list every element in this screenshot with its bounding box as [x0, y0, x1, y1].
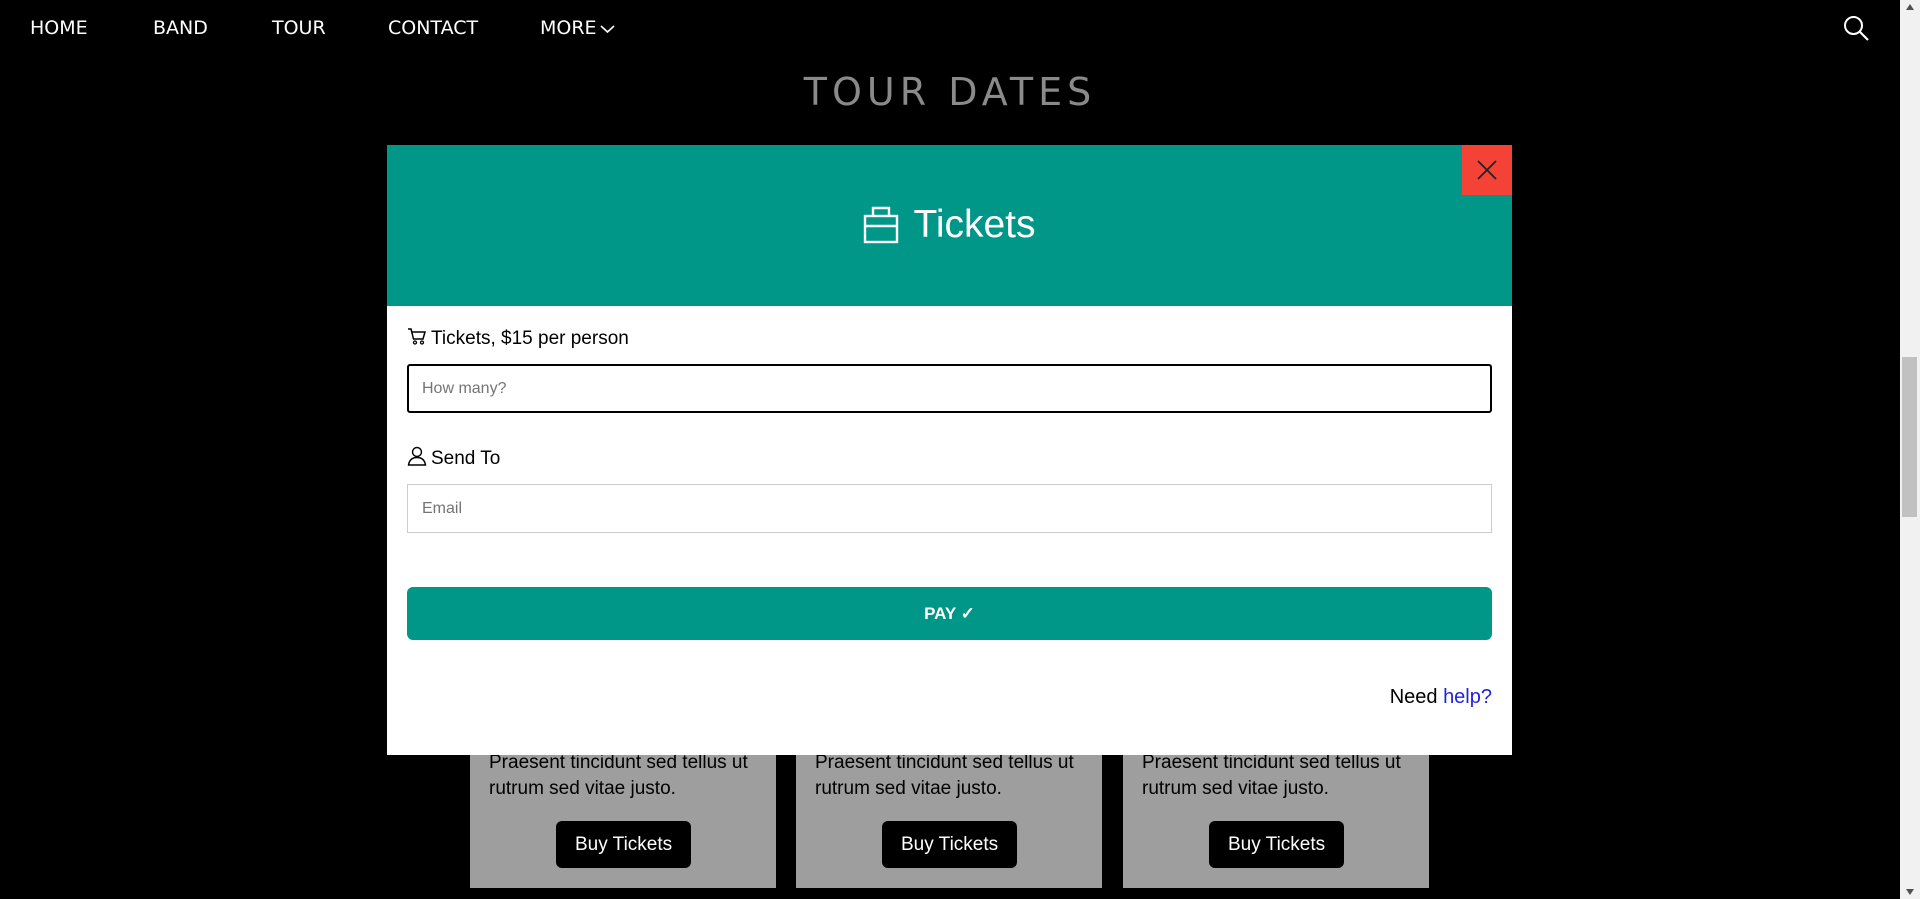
help-text: Need — [1389, 686, 1438, 708]
send-to-label-text: Send To — [431, 448, 501, 469]
scrollbar-thumb[interactable] — [1902, 357, 1917, 517]
help-link[interactable]: help? — [1443, 686, 1492, 708]
chevron-down-icon — [600, 24, 615, 33]
user-icon — [407, 446, 427, 466]
scroll-up-arrow[interactable] — [1906, 4, 1914, 10]
nav-contact[interactable]: CONTACT — [388, 17, 478, 39]
buy-tickets-button[interactable]: Buy Tickets — [556, 821, 692, 868]
modal-title: Tickets — [387, 202, 1512, 248]
nav-more[interactable]: MORE — [540, 17, 615, 39]
shopping-cart-icon — [408, 328, 426, 345]
card-text: Praesent tincidunt sed tellus ut rutrum … — [1142, 752, 1401, 799]
nav-home[interactable]: HOME — [30, 17, 88, 39]
modal-header: Tickets — [387, 145, 1512, 306]
ticket-quantity-input[interactable] — [407, 364, 1492, 413]
close-button[interactable] — [1462, 145, 1512, 195]
send-to-label: Send To — [407, 446, 501, 470]
pay-button[interactable]: PAY ✓ — [407, 587, 1492, 640]
tour-card: Praesent tincidunt sed tellus ut rutrum … — [470, 740, 776, 888]
email-field[interactable] — [407, 484, 1492, 533]
tickets-label: Tickets, $15 per person — [407, 328, 629, 350]
section-title: TOUR DATES — [803, 70, 1097, 114]
card-text: Praesent tincidunt sed tellus ut rutrum … — [489, 752, 748, 799]
search-icon[interactable] — [1842, 14, 1870, 42]
nav-more-label: MORE — [540, 17, 597, 39]
tickets-modal: Tickets Tickets, $15 per person Send To … — [387, 145, 1512, 755]
help-line: Need help? — [1390, 685, 1492, 709]
tour-card: Praesent tincidunt sed tellus ut rutrum … — [796, 740, 1102, 888]
buy-tickets-button[interactable]: Buy Tickets — [1209, 821, 1345, 868]
nav-tour[interactable]: TOUR — [272, 17, 326, 39]
nav-band[interactable]: BAND — [153, 17, 208, 39]
tickets-label-text: Tickets, $15 per person — [431, 328, 629, 349]
close-icon — [1477, 160, 1497, 180]
scrollbar[interactable] — [1900, 0, 1920, 899]
card-text: Praesent tincidunt sed tellus ut rutrum … — [815, 752, 1074, 799]
modal-title-text: Tickets — [913, 203, 1036, 246]
tour-card: Praesent tincidunt sed tellus ut rutrum … — [1123, 740, 1429, 888]
top-nav: HOME BAND TOUR CONTACT MORE — [0, 0, 1900, 56]
buy-tickets-button[interactable]: Buy Tickets — [882, 821, 1018, 868]
briefcase-icon — [864, 206, 899, 243]
scroll-down-arrow[interactable] — [1906, 889, 1914, 895]
